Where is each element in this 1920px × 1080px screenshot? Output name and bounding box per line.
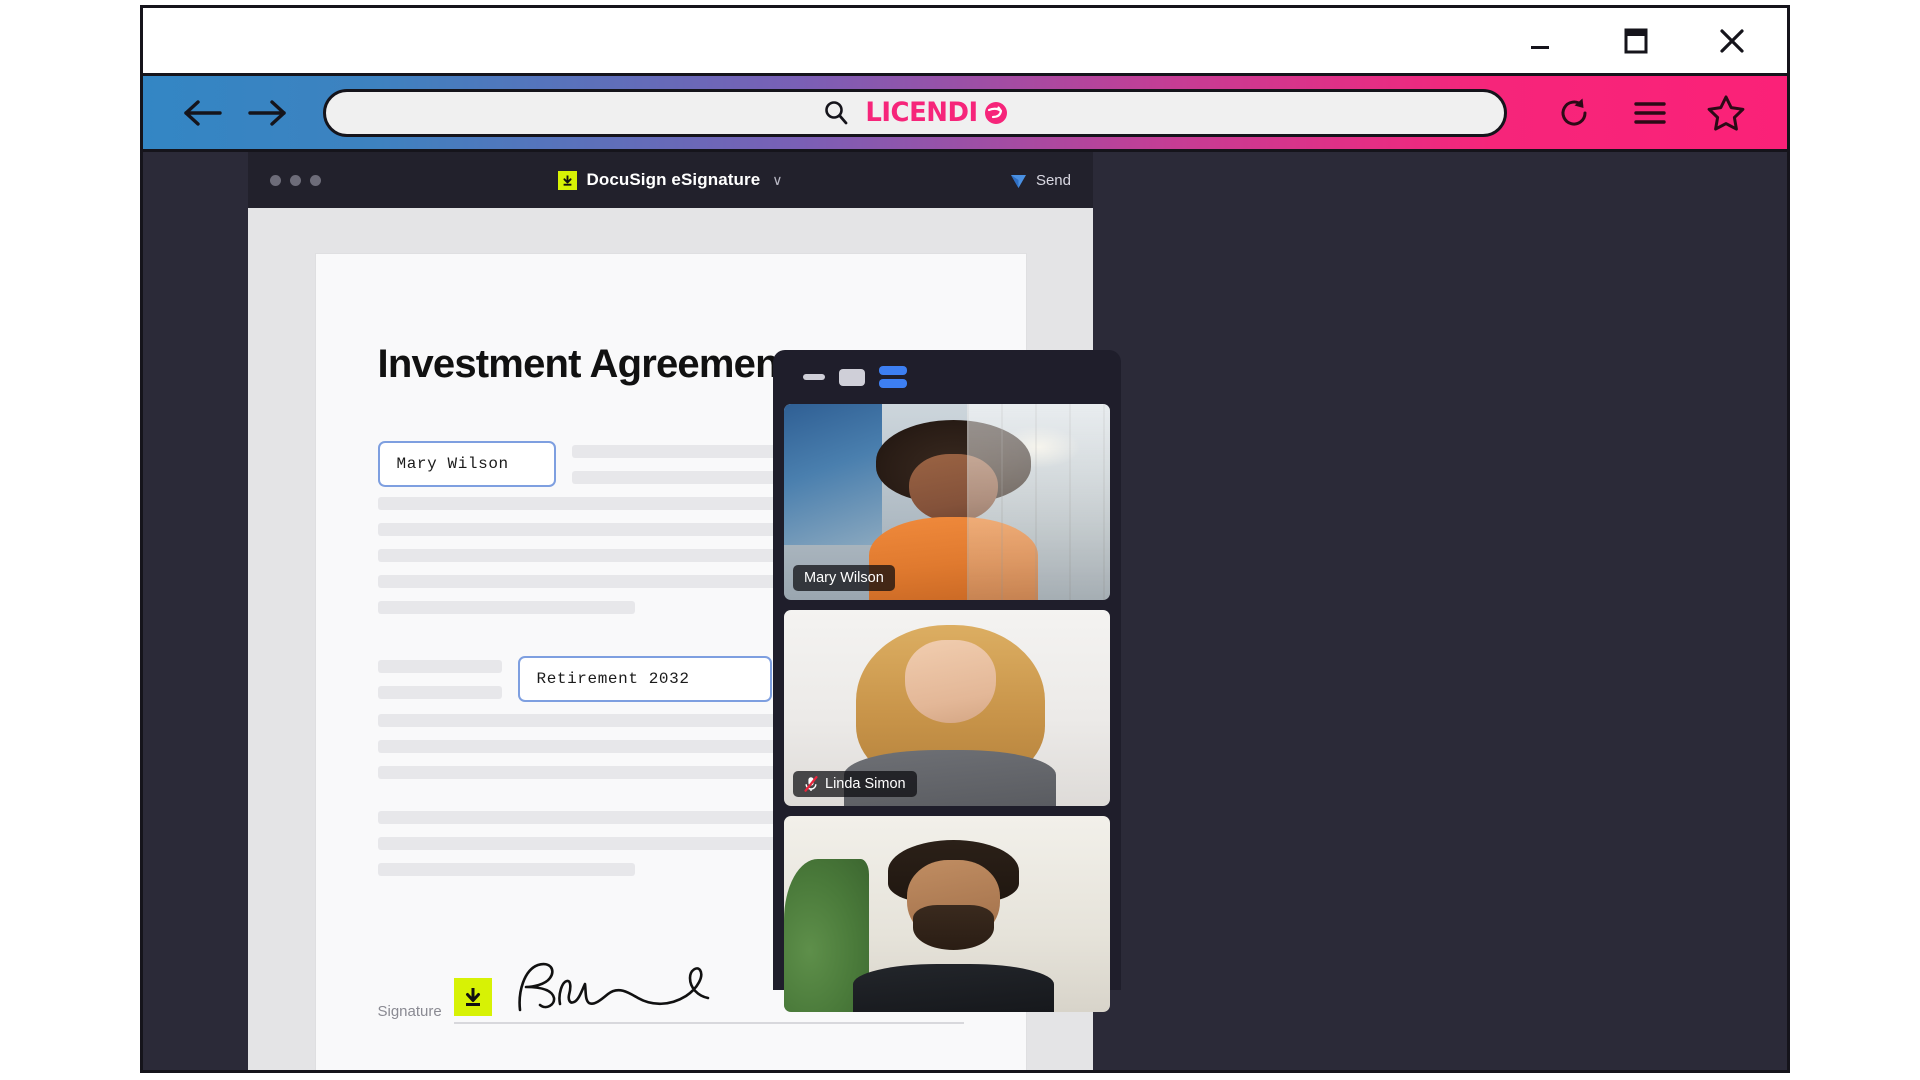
send-label: Send [1035, 171, 1071, 189]
docusign-titlebar: DocuSign eSignature ∨ Send [248, 152, 1093, 208]
participant-name: Linda Simon [825, 776, 906, 792]
avatar-body [853, 963, 1054, 1012]
brand-mark-icon [985, 101, 1008, 124]
microphone-muted-icon [804, 776, 818, 792]
download-glyph-icon [563, 175, 573, 186]
send-button[interactable]: Send [1009, 171, 1071, 190]
signer-name-field[interactable]: Mary Wilson [377, 441, 556, 487]
back-button[interactable] [171, 85, 235, 141]
search-input[interactable]: LICENDI [323, 88, 1507, 137]
split-view-bar [879, 379, 907, 388]
arrow-right-icon [248, 99, 286, 126]
arrow-left-icon [184, 99, 222, 126]
page-viewport: DocuSign eSignature ∨ Send Investment Ag… [143, 152, 1787, 1070]
window-title-bar [143, 8, 1787, 76]
download-glyph-icon [465, 988, 480, 1006]
close-button[interactable] [1711, 20, 1753, 62]
participant-name: Mary Wilson [804, 570, 884, 586]
download-icon [558, 170, 578, 190]
maximize-button[interactable] [1615, 20, 1657, 62]
forward-button[interactable] [235, 85, 299, 141]
avatar-face [904, 640, 996, 724]
skeleton-line [377, 601, 636, 614]
avatar-beard [912, 905, 995, 950]
close-icon [1720, 28, 1744, 53]
zoom-dot[interactable] [310, 174, 321, 186]
video-call-panel: Mary Wilson Linda Simon [773, 350, 1121, 1012]
speaker-view-button[interactable] [839, 368, 865, 386]
avatar [853, 839, 1054, 1012]
minimize-view-button[interactable] [803, 374, 825, 380]
reload-icon [1561, 98, 1587, 126]
send-plane-icon [1010, 174, 1026, 188]
split-view-bar [879, 366, 907, 375]
docusign-title-group: DocuSign eSignature ∨ [248, 170, 1093, 190]
skeleton-line [377, 863, 636, 876]
traffic-light-controls[interactable] [270, 174, 321, 186]
menu-button[interactable] [1619, 85, 1681, 141]
chevron-down-icon[interactable]: ∨ [772, 172, 782, 189]
skeleton-line [377, 685, 502, 699]
video-tile[interactable]: Mary Wilson [784, 404, 1110, 600]
browser-toolbar: LICENDI [143, 76, 1787, 152]
participant-name-pill: Mary Wilson [793, 565, 895, 591]
plan-name-field[interactable]: Retirement 2032 [517, 656, 772, 702]
handwritten-signature-icon [518, 962, 710, 1012]
participant-video-third [784, 816, 1110, 1012]
video-tile[interactable] [784, 816, 1110, 1012]
signature-label: Signature [377, 1003, 442, 1020]
hamburger-menu-icon [1634, 101, 1666, 124]
search-icon [825, 100, 848, 124]
close-dot[interactable] [270, 174, 281, 186]
signature-stamp-icon[interactable] [453, 978, 492, 1016]
reload-button[interactable] [1543, 85, 1605, 141]
skeleton-line [377, 659, 502, 673]
avatar-face [909, 453, 998, 523]
minimize-icon [1531, 45, 1549, 49]
minimize-button[interactable] [1519, 20, 1561, 62]
bookmark-button[interactable] [1695, 85, 1757, 141]
docusign-app-title: DocuSign eSignature [586, 170, 761, 189]
split-view-button[interactable] [879, 366, 907, 388]
video-layout-controls [784, 360, 1110, 394]
skeleton-group [377, 659, 502, 699]
video-tile[interactable]: Linda Simon [784, 610, 1110, 806]
participant-name-pill: Linda Simon [793, 771, 917, 797]
maximize-icon [1624, 28, 1648, 53]
browser-window: LICENDI DocuSign eSignature ∨ Send Inves… [140, 5, 1790, 1073]
brand-name: LICENDI [865, 97, 978, 128]
minimize-dot[interactable] [290, 174, 301, 186]
star-icon [1707, 95, 1745, 131]
brand-logo: LICENDI [863, 97, 1009, 128]
